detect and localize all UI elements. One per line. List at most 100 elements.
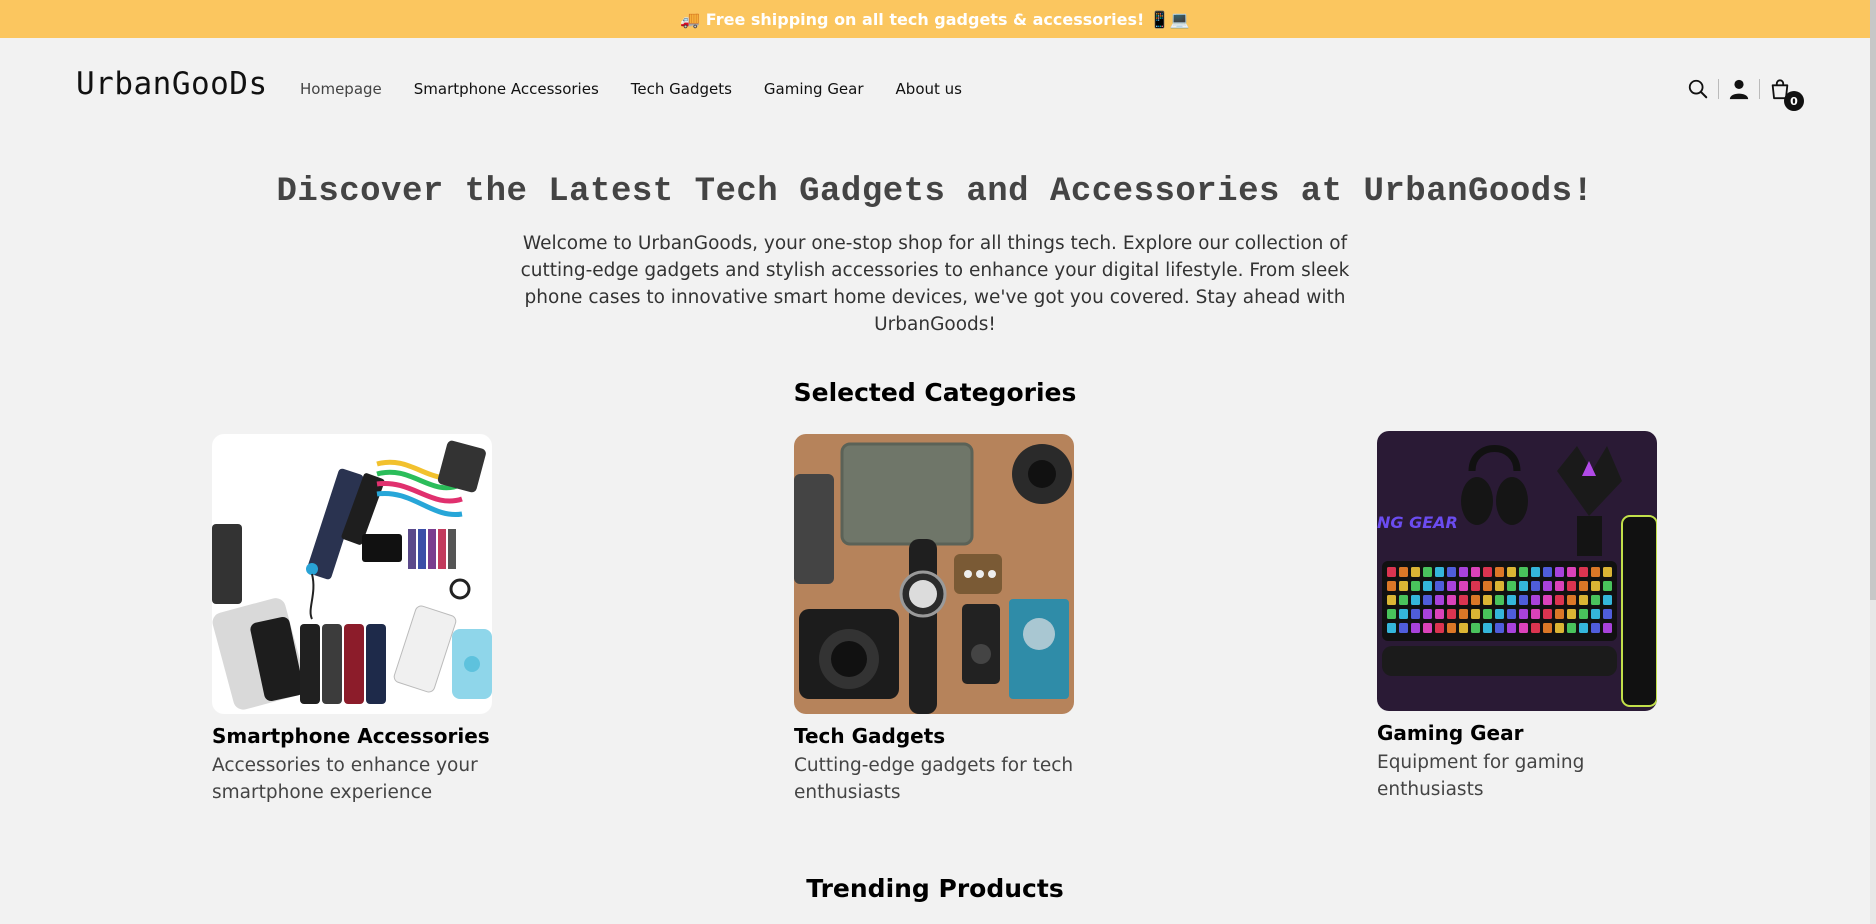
keyboard-key	[1579, 609, 1588, 619]
search-icon[interactable]	[1686, 77, 1710, 101]
keyboard-key	[1423, 567, 1432, 577]
keyboard-key	[1555, 609, 1564, 619]
hero-title: Discover the Latest Tech Gadgets and Acc…	[276, 173, 1594, 211]
keyboard-key	[1567, 609, 1576, 619]
category-name[interactable]: Tech Gadgets	[794, 724, 1084, 748]
keyboard-key	[1519, 595, 1528, 605]
announcement-bar: 🚚 Free shipping on all tech gadgets & ac…	[0, 0, 1870, 38]
nav-gaming-gear[interactable]: Gaming Gear	[764, 80, 864, 98]
keyboard-key	[1447, 595, 1456, 605]
keyboard-key	[1483, 623, 1492, 633]
svg-text:NG GEAR: NG GEAR	[1377, 513, 1458, 532]
category-card-smartphone-accessories[interactable]: Smartphone Accessories Accessories to en…	[212, 434, 502, 806]
keyboard-key	[1495, 623, 1504, 633]
category-name[interactable]: Smartphone Accessories	[212, 724, 502, 748]
category-description: Equipment for gaming enthusiasts	[1377, 752, 1585, 800]
category-description: Accessories to enhance your smartphone e…	[212, 755, 478, 803]
keyboard-key	[1507, 623, 1516, 633]
keyboard-key	[1399, 623, 1408, 633]
category-name[interactable]: Gaming Gear	[1377, 721, 1667, 745]
account-icon[interactable]	[1727, 77, 1751, 101]
keyboard-key	[1423, 609, 1432, 619]
keyboard-key	[1447, 567, 1456, 577]
cart-icon[interactable]: 0	[1768, 77, 1804, 111]
nav-homepage[interactable]: Homepage	[300, 80, 382, 98]
tech-gadgets-image[interactable]	[794, 434, 1074, 714]
keyboard-key	[1507, 595, 1516, 605]
nav-smartphone-accessories[interactable]: Smartphone Accessories	[414, 80, 599, 98]
keyboard-key	[1591, 567, 1600, 577]
keyboard-key	[1471, 623, 1480, 633]
keyboard-key	[1519, 623, 1528, 633]
nav-tech-gadgets[interactable]: Tech Gadgets	[631, 80, 732, 98]
keyboard-key	[1411, 595, 1420, 605]
keyboard-key	[1543, 595, 1552, 605]
keyboard-key	[1435, 567, 1444, 577]
keyboard-key	[1543, 623, 1552, 633]
keyboard-key	[1591, 623, 1600, 633]
keyboard-key	[1387, 581, 1396, 591]
keyboard-key	[1435, 581, 1444, 591]
keyboard-key	[1507, 609, 1516, 619]
keyboard-key	[1459, 595, 1468, 605]
keyboard-key	[1555, 581, 1564, 591]
category-card-tech-gadgets[interactable]: Tech Gadgets Cutting-edge gadgets for te…	[794, 434, 1084, 806]
keyboard-key	[1495, 567, 1504, 577]
keyboard-key	[1435, 623, 1444, 633]
keyboard-key	[1495, 609, 1504, 619]
keyboard-key	[1447, 623, 1456, 633]
category-card-gaming-gear[interactable]: NG GEAR Gaming Gear Equipment for gaming…	[1377, 431, 1667, 803]
hero-description: Welcome to UrbanGoods, your one-stop sho…	[520, 233, 1350, 335]
keyboard-key	[1387, 623, 1396, 633]
keyboard-key	[1567, 567, 1576, 577]
keyboard-key	[1531, 595, 1540, 605]
header-icons: 0	[1686, 76, 1804, 111]
keyboard-key	[1411, 567, 1420, 577]
keyboard-key	[1471, 595, 1480, 605]
page-scrollbar[interactable]	[1870, 0, 1876, 924]
keyboard-key	[1435, 609, 1444, 619]
keyboard-key	[1399, 609, 1408, 619]
keyboard-key	[1495, 581, 1504, 591]
keyboard-key	[1543, 609, 1552, 619]
keyboard-key	[1591, 595, 1600, 605]
keyboard-key	[1519, 567, 1528, 577]
nav-about-us[interactable]: About us	[896, 80, 962, 98]
keyboard-key	[1387, 567, 1396, 577]
keyboard-key	[1459, 581, 1468, 591]
keyboard-key	[1411, 581, 1420, 591]
announcement-text: 🚚 Free shipping on all tech gadgets & ac…	[680, 9, 1190, 29]
smartphone-accessories-image[interactable]	[212, 434, 492, 714]
keyboard-key	[1459, 623, 1468, 633]
keyboard-key	[1567, 623, 1576, 633]
keyboard-key	[1579, 623, 1588, 633]
keyboard-key	[1603, 609, 1612, 619]
keyboard-key	[1591, 609, 1600, 619]
keyboard-key	[1483, 567, 1492, 577]
keyboard-key	[1555, 567, 1564, 577]
keyboard-key	[1483, 595, 1492, 605]
keyboard-key	[1519, 609, 1528, 619]
cart-count-badge: 0	[1784, 91, 1804, 111]
trending-title: Trending Products	[806, 874, 1064, 903]
keyboard-key	[1423, 581, 1432, 591]
icon-divider	[1718, 79, 1719, 99]
keyboard-key	[1543, 581, 1552, 591]
keyboard-key	[1483, 609, 1492, 619]
keyboard-key	[1579, 595, 1588, 605]
keyboard-key	[1591, 581, 1600, 591]
keyboard-key	[1531, 609, 1540, 619]
keyboard-key	[1471, 567, 1480, 577]
keyboard-key	[1567, 581, 1576, 591]
scrollbar-thumb[interactable]	[1870, 0, 1876, 600]
keyboard-key	[1483, 581, 1492, 591]
site-logo[interactable]: UrbanGooDs	[76, 66, 268, 102]
icon-divider	[1759, 79, 1760, 99]
keyboard-key	[1603, 623, 1612, 633]
category-description: Cutting-edge gadgets for tech enthusiast…	[794, 755, 1074, 803]
keyboard-key	[1507, 581, 1516, 591]
keyboard-key	[1603, 581, 1612, 591]
keyboard-key	[1555, 623, 1564, 633]
main-nav: Homepage Smartphone Accessories Tech Gad…	[300, 80, 962, 98]
gaming-gear-image[interactable]: NG GEAR	[1377, 431, 1657, 711]
